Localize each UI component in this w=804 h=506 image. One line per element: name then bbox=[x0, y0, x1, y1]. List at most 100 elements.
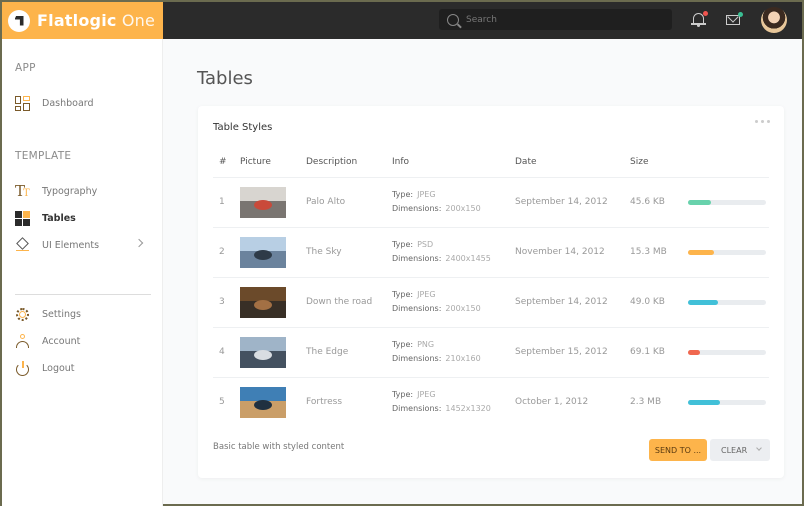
info-dimensions-value: 200x150 bbox=[445, 304, 481, 313]
info-dimensions-value: 2400x1455 bbox=[445, 254, 491, 263]
send-to-button[interactable]: SEND TO ... bbox=[649, 439, 707, 461]
tables-icon bbox=[15, 211, 30, 226]
row-description: The Edge bbox=[306, 327, 392, 378]
sidebar: APP Dashboard TEMPLATE T T Typography Ta… bbox=[2, 39, 163, 506]
row-progress-fill bbox=[688, 349, 700, 355]
info-dimensions-label: Dimensions: bbox=[392, 354, 442, 363]
sidebar-divider bbox=[15, 294, 151, 295]
row-progress-fill bbox=[688, 399, 720, 405]
mail-icon bbox=[726, 15, 740, 25]
dots-icon bbox=[755, 120, 758, 123]
sidebar-item-label: Tables bbox=[42, 213, 76, 224]
row-description: The Sky bbox=[306, 227, 392, 278]
info-type-label: Type: bbox=[392, 290, 414, 299]
info-type-label: Type: bbox=[392, 240, 414, 249]
sidebar-item-account[interactable]: Account bbox=[15, 334, 145, 349]
info-dimensions-label: Dimensions: bbox=[392, 304, 442, 313]
column-header-number: # bbox=[213, 148, 240, 178]
clear-label: CLEAR bbox=[721, 445, 748, 455]
info-dimensions-label: Dimensions: bbox=[392, 204, 442, 213]
layers-icon bbox=[15, 237, 30, 253]
sidebar-item-logout[interactable]: Logout bbox=[15, 361, 145, 376]
sidebar-item-label: Logout bbox=[42, 363, 75, 374]
row-info: Type: JPEG Dimensions: 200x150 bbox=[392, 277, 515, 328]
message-badge bbox=[738, 12, 743, 17]
sidebar-item-typography[interactable]: T T Typography bbox=[15, 184, 145, 199]
user-avatar[interactable] bbox=[761, 7, 787, 33]
search-input[interactable] bbox=[466, 14, 656, 25]
page-title: Tables bbox=[197, 68, 253, 89]
sidebar-item-settings[interactable]: Settings bbox=[15, 307, 145, 322]
table-header-row: # Picture Description Info Date Size bbox=[213, 148, 769, 178]
info-type-value: JPEG bbox=[417, 190, 436, 199]
info-type-label: Type: bbox=[392, 390, 414, 400]
info-dimensions-label: Dimensions: bbox=[392, 404, 442, 414]
brand[interactable]: Flatlogic One bbox=[2, 2, 163, 39]
brand-name: Flatlogic One bbox=[37, 11, 156, 30]
styled-table: # Picture Description Info Date Size 1 Pa… bbox=[213, 148, 769, 427]
brand-logo-icon bbox=[8, 9, 30, 32]
row-thumbnail[interactable] bbox=[240, 236, 286, 268]
row-progress-fill bbox=[688, 299, 718, 305]
row-size: 49.0 KB bbox=[630, 277, 687, 328]
clear-dropdown-button[interactable]: CLEAR bbox=[710, 439, 770, 461]
column-header-description: Description bbox=[306, 148, 392, 178]
notification-badge bbox=[703, 11, 708, 16]
sidebar-item-label: Typography bbox=[42, 186, 98, 197]
table-caption: Basic table with styled content bbox=[213, 442, 345, 452]
row-date: September 14, 2012 bbox=[515, 177, 630, 228]
column-header-progress bbox=[687, 148, 769, 178]
sidebar-item-dashboard[interactable]: Dashboard bbox=[15, 96, 145, 111]
table-row: 3 Down the road Type: JPEG Dimensions: 200x15… bbox=[213, 277, 769, 328]
row-date: September 14, 2012 bbox=[515, 277, 630, 328]
top-header: Flatlogic One bbox=[2, 2, 802, 39]
column-header-info: Info bbox=[392, 148, 515, 178]
dashboard-icon bbox=[15, 96, 30, 111]
row-size: 69.1 KB bbox=[630, 327, 687, 378]
typography-icon: T T bbox=[15, 182, 30, 200]
column-header-picture: Picture bbox=[240, 148, 306, 178]
row-thumbnail[interactable] bbox=[240, 286, 286, 318]
more-options-button[interactable] bbox=[755, 120, 770, 123]
row-size: 15.3 MB bbox=[630, 227, 687, 278]
chevron-right-icon bbox=[134, 238, 144, 248]
search-box[interactable] bbox=[439, 9, 672, 30]
info-type-label: Type: bbox=[392, 340, 414, 349]
info-type-value: JPEG bbox=[417, 390, 436, 400]
row-progress-bar bbox=[688, 199, 766, 205]
row-thumbnail[interactable] bbox=[240, 386, 286, 418]
card-title: Table Styles bbox=[213, 122, 273, 133]
info-type-label: Type: bbox=[392, 190, 414, 199]
info-type-value: PSD bbox=[417, 240, 434, 249]
row-info: Type: PNG Dimensions: 210x160 bbox=[392, 327, 515, 378]
column-header-date: Date bbox=[515, 148, 630, 178]
row-number: 5 bbox=[219, 397, 225, 408]
table-row: 2 The Sky Type: PSD Dimensions: 2400x1455 Nove… bbox=[213, 227, 769, 278]
row-thumbnail[interactable] bbox=[240, 186, 286, 218]
row-thumbnail[interactable] bbox=[240, 336, 286, 368]
table-row: 1 Palo Alto Type: JPEG Dimensions: 200x150 Sep… bbox=[213, 177, 769, 228]
row-size: 2.3 MB bbox=[630, 397, 662, 408]
user-icon bbox=[15, 334, 30, 349]
table-row: 4 The Edge Type: PNG Dimensions: 210x160 Septe… bbox=[213, 327, 769, 378]
info-type-value: PNG bbox=[417, 340, 435, 349]
notifications-button[interactable] bbox=[690, 11, 708, 29]
row-date: September 15, 2012 bbox=[515, 327, 630, 378]
chevron-down-icon bbox=[756, 445, 762, 451]
sidebar-item-tables[interactable]: Tables bbox=[15, 211, 145, 226]
row-progress-fill bbox=[688, 249, 714, 255]
sidebar-item-ui-elements[interactable]: UI Elements bbox=[15, 237, 145, 253]
row-info: Type: JPEG Dimensions: 1452x1320 bbox=[392, 377, 515, 427]
sidebar-item-label: Dashboard bbox=[42, 98, 94, 109]
row-progress-fill bbox=[688, 199, 711, 205]
row-number: 4 bbox=[213, 327, 240, 378]
row-date: November 14, 2012 bbox=[515, 227, 630, 278]
messages-button[interactable] bbox=[725, 11, 743, 29]
row-number: 3 bbox=[213, 277, 240, 328]
row-size: 45.6 KB bbox=[630, 177, 687, 228]
row-progress-bar bbox=[688, 399, 766, 405]
row-number: 2 bbox=[213, 227, 240, 278]
row-info: Type: PSD Dimensions: 2400x1455 bbox=[392, 227, 515, 278]
sidebar-item-label: Settings bbox=[42, 309, 81, 320]
row-progress-bar bbox=[688, 349, 766, 355]
